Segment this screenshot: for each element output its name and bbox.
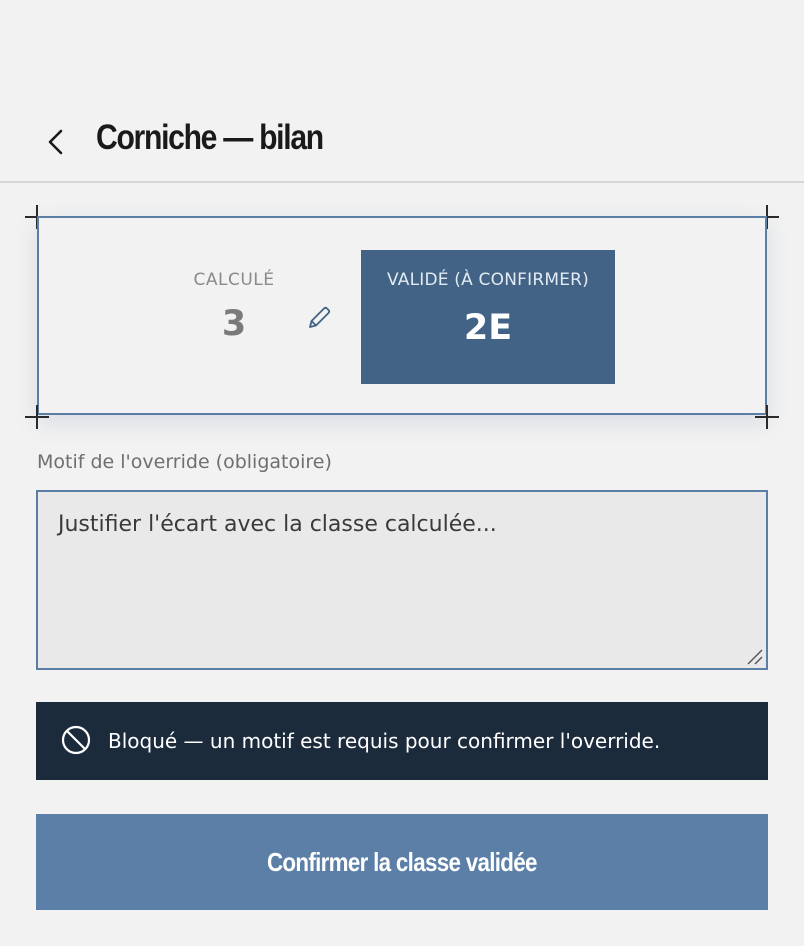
blocked-icon — [61, 725, 91, 755]
validated-class[interactable]: VALIDÉ (À CONFIRMER) 2E — [361, 250, 615, 384]
confirm-validated-class-button[interactable]: Confirmer la classe validée — [36, 814, 768, 910]
resize-grip-icon[interactable] — [744, 646, 764, 666]
crop-mark-bottom-left — [25, 405, 49, 429]
blocked-alert: Bloqué — un motif est requis pour confir… — [36, 702, 768, 780]
computed-class: CALCULÉ 3 — [189, 270, 279, 344]
page-title: Corniche — bilan — [96, 118, 324, 157]
chevron-left-icon — [48, 129, 63, 155]
computed-class-label: CALCULÉ — [193, 270, 275, 290]
computed-class-value: 3 — [221, 304, 247, 344]
app-header: Corniche — bilan — [0, 96, 804, 183]
confirm-button-label: Confirmer la classe validée — [267, 846, 537, 877]
override-reason-input[interactable] — [36, 490, 768, 670]
crop-mark-bottom-right — [755, 405, 779, 429]
validated-class-value: 2E — [463, 308, 513, 348]
classification-compare-panel: CALCULÉ 3 VALIDÉ (À CONFIRMER) 2E — [37, 216, 767, 415]
blocked-alert-message: Bloqué — un motif est requis pour confir… — [108, 729, 661, 753]
validated-class-label: VALIDÉ (À CONFIRMER) — [387, 270, 589, 290]
pencil-icon[interactable] — [305, 304, 333, 332]
override-reason-label: Motif de l'override (obligatoire) — [37, 451, 332, 473]
back-button[interactable] — [36, 122, 76, 162]
